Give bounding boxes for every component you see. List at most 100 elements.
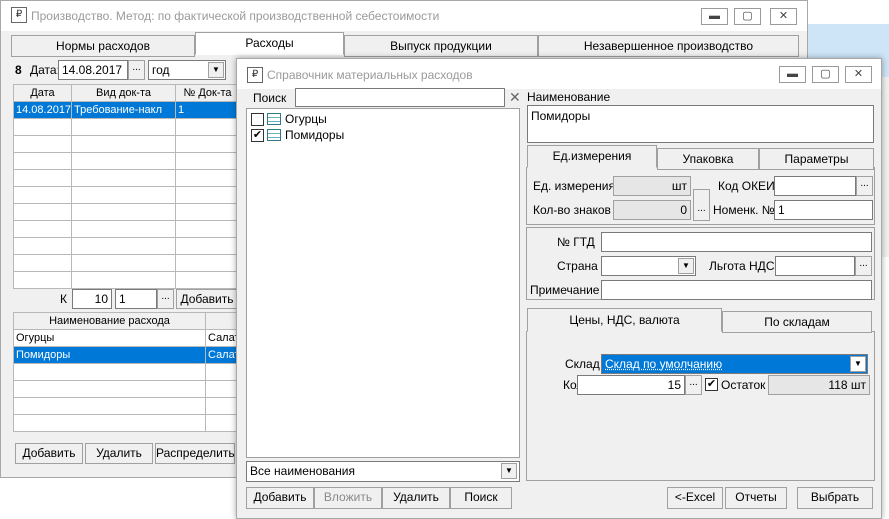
table-row[interactable] (13, 237, 240, 255)
country-dropdown-icon[interactable]: ▼ (678, 258, 694, 274)
okei-picker-button[interactable]: ... (856, 176, 873, 196)
rest-checkbox[interactable]: ✔ (705, 378, 718, 391)
production-title: Производство. Метод: по фактической прои… (31, 9, 440, 23)
note-label: Примечание (530, 283, 600, 297)
col-doc-number: № Док-та (175, 84, 240, 102)
search-button[interactable]: Поиск (450, 487, 512, 509)
tab-expenses[interactable]: Расходы (195, 32, 344, 55)
checkbox-item-1[interactable]: ✔ (251, 129, 264, 142)
table-row[interactable]: Огурцы Салат (13, 329, 240, 347)
reports-button[interactable]: Отчеты (725, 487, 787, 509)
tab-units[interactable]: Ед.измерения (527, 145, 657, 168)
nest-button[interactable]: Вложить (314, 487, 382, 509)
add-button[interactable]: Добавить (246, 487, 314, 509)
rest-label: Остаток (721, 378, 766, 392)
minimize-icon[interactable]: ▬ (701, 8, 728, 25)
production-titlebar[interactable]: ₽ Производство. Метод: по фактической пр… (1, 1, 807, 31)
table-row[interactable] (13, 186, 240, 204)
tab-wip[interactable]: Незавершенное производство (538, 35, 799, 57)
k-field-2[interactable]: 1 (115, 289, 157, 309)
col-doc-type: Вид док-та (71, 84, 176, 102)
table-row[interactable] (13, 152, 240, 170)
qty-field[interactable]: 15 (577, 375, 685, 395)
maximize-icon[interactable]: ▢ (812, 66, 839, 83)
note-field[interactable] (601, 280, 872, 300)
list-item[interactable]: Огурцы (285, 112, 327, 126)
unit-label: Ед. измерения (533, 179, 615, 193)
k-label: К (60, 292, 67, 306)
gtd-label: № ГТД (557, 235, 595, 249)
table-row[interactable]: 14.08.2017 Требование-накл 1 (13, 101, 240, 119)
dialog-title: Справочник материальных расходов (267, 68, 473, 82)
name-label: Наименование (527, 90, 611, 104)
unit-field: шт (613, 176, 691, 196)
table-row[interactable] (13, 271, 240, 289)
tab-packaging[interactable]: Упаковка (657, 148, 759, 170)
col-expense-name: Наименование расхода (13, 312, 206, 330)
digits-picker-button[interactable]: ... (693, 189, 710, 221)
nomenk-field[interactable]: 1 (774, 200, 873, 220)
tab-prices[interactable]: Цены, НДС, валюта (527, 308, 722, 332)
k-picker-button[interactable]: ... (157, 289, 174, 309)
okei-field[interactable] (774, 176, 856, 196)
table-row[interactable] (13, 135, 240, 153)
export-excel-button[interactable]: <-Excel (667, 487, 723, 509)
add-doc-button[interactable]: Добавить (176, 289, 238, 309)
delete-button[interactable]: Удалить (382, 487, 450, 509)
k-field[interactable]: 10 (72, 289, 112, 309)
table-row[interactable] (13, 414, 240, 432)
maximize-icon[interactable]: ▢ (734, 8, 761, 25)
list-icon (267, 129, 281, 141)
table-row[interactable] (13, 203, 240, 221)
close-icon[interactable]: ✕ (845, 66, 872, 83)
warehouse-label: Склад (565, 357, 600, 371)
warehouse-select[interactable]: Склад по умолчанию (601, 354, 868, 374)
doc-number: 8 (15, 63, 22, 77)
search-input[interactable] (295, 88, 505, 107)
filter-dropdown-icon[interactable]: ▼ (501, 463, 517, 479)
expenses-table: Наименование расхода Огурцы Салат Помидор… (13, 312, 240, 432)
filter-select[interactable]: Все наименования (246, 461, 520, 482)
table-row[interactable] (13, 118, 240, 136)
name-field[interactable]: Помидоры (527, 105, 874, 143)
country-label: Страна (557, 259, 598, 273)
checkbox-item-0[interactable] (251, 113, 264, 126)
digits-field: 0 (613, 200, 691, 220)
close-icon[interactable]: ✕ (770, 8, 797, 25)
col-date: Дата (13, 84, 72, 102)
gtd-field[interactable] (601, 232, 872, 252)
minimize-icon[interactable]: ▬ (779, 66, 806, 83)
qty-picker-button[interactable]: ... (685, 375, 702, 395)
app-icon: ₽ (11, 7, 27, 23)
date-field[interactable]: 14.08.2017 (58, 60, 128, 80)
table-row[interactable] (13, 254, 240, 272)
dialog-titlebar[interactable]: ₽ Справочник материальных расходов ▬ ▢ ✕ (237, 59, 881, 89)
table-row[interactable] (13, 169, 240, 187)
clear-search-icon[interactable]: ✕ (509, 89, 521, 106)
search-label: Поиск (253, 91, 287, 105)
date-picker-button[interactable]: ... (128, 60, 145, 80)
tab-parameters[interactable]: Параметры (759, 148, 874, 170)
vat-picker-button[interactable]: ... (855, 256, 872, 276)
table-row[interactable] (13, 363, 240, 381)
period-dropdown-icon[interactable]: ▼ (208, 62, 224, 78)
add-button[interactable]: Добавить (15, 443, 83, 464)
table-row[interactable] (13, 220, 240, 238)
tab-norms[interactable]: Нормы расходов (11, 35, 195, 57)
date-label: Дата: (30, 63, 60, 77)
warehouse-dropdown-icon[interactable]: ▼ (850, 356, 866, 372)
digits-label: Кол-во знаков (533, 203, 611, 217)
distribute-button[interactable]: Распределить (155, 443, 235, 464)
list-item[interactable]: Помидоры (285, 128, 344, 142)
app-icon: ₽ (247, 67, 263, 83)
tab-warehouses[interactable]: По складам (722, 311, 872, 333)
vat-field[interactable] (775, 256, 855, 276)
tab-output[interactable]: Выпуск продукции (344, 35, 538, 57)
select-button[interactable]: Выбрать (797, 487, 873, 509)
table-row[interactable] (13, 380, 240, 398)
delete-button[interactable]: Удалить (85, 443, 153, 464)
materials-tree: Огурцы ✔ Помидоры (246, 108, 520, 458)
documents-table: Дата Вид док-та № Док-та 14.08.2017 Требова… (13, 84, 240, 289)
table-row[interactable]: Помидоры Салат (13, 346, 240, 364)
table-row[interactable] (13, 397, 240, 415)
